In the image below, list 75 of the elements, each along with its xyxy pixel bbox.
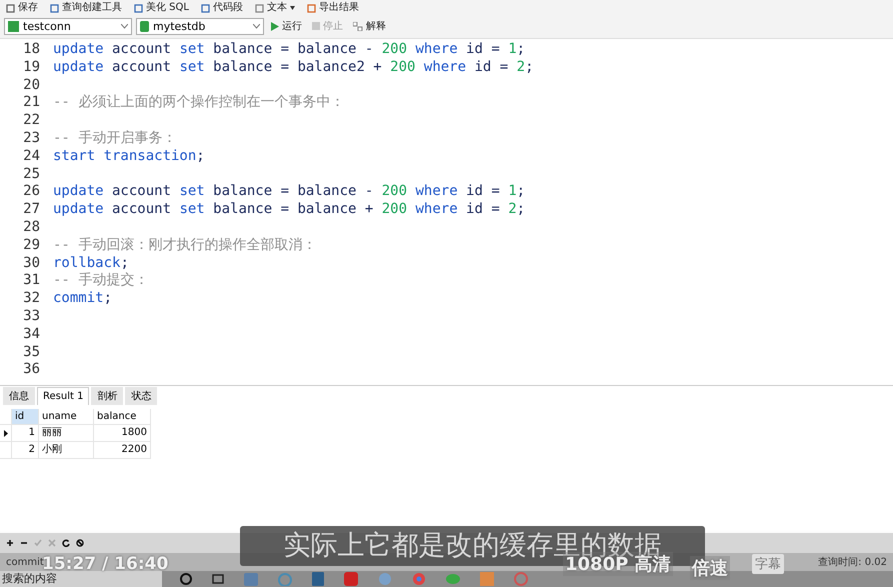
circle-icon[interactable] [180, 573, 192, 585]
result-tab[interactable]: Result 1 [37, 387, 90, 405]
toolbar-button[interactable]: 文本 [266, 2, 287, 14]
line-number: 32 [22, 290, 41, 308]
task-view-icon[interactable] [212, 573, 224, 585]
toolbar-button[interactable]: 美化 SQL [146, 2, 189, 14]
line-number: 19 [22, 58, 41, 77]
line-number: 20 [22, 76, 41, 94]
explain-icon [353, 22, 363, 30]
code-line: update account set balance = balance - 200 where id = 1; [53, 183, 526, 202]
line-number: 31 [22, 272, 41, 290]
run-button[interactable]: 运行 [268, 19, 305, 33]
toolbar-button[interactable]: 保存 [18, 2, 38, 14]
stop-icon[interactable] [76, 539, 84, 547]
code-line: -- 手动提交： [53, 272, 148, 290]
status-query: commit [6, 556, 44, 568]
result-tab[interactable]: 剖析 [91, 387, 124, 405]
chat-icon[interactable] [446, 573, 460, 585]
result-tab[interactable]: 信息 [3, 387, 35, 405]
toolbar-button[interactable]: 导出结果 [318, 2, 359, 14]
app-icon[interactable] [244, 572, 258, 586]
code-line: commit; [53, 290, 112, 308]
line-number: 26 [22, 183, 41, 202]
result-tab[interactable]: 状态 [125, 387, 158, 405]
app-icon[interactable] [344, 572, 358, 586]
connection-icon [8, 20, 19, 32]
square-icon [312, 22, 320, 30]
line-number: 24 [22, 148, 41, 166]
app-icon[interactable] [514, 572, 528, 586]
app-icon[interactable] [480, 572, 494, 586]
code-line: update account set balance = balance2 + 200 where id = 2; [53, 58, 534, 77]
connection-select[interactable]: testconn [4, 18, 132, 34]
line-number: 36 [22, 361, 41, 380]
code-line: start transaction; [53, 148, 205, 166]
line-number: 21 [22, 94, 41, 112]
line-number: 25 [22, 166, 41, 184]
line-number: 22 [22, 112, 41, 130]
line-number: 33 [22, 308, 41, 326]
refresh-icon[interactable] [62, 539, 70, 547]
table-cell: 1800 [94, 425, 151, 442]
code-line: -- 手动回滚：刚才执行的操作全部取消： [53, 236, 316, 255]
app-icon[interactable] [278, 572, 292, 586]
code-line: update account set balance = balance - 200 where id = 1; [53, 41, 526, 59]
database-select[interactable]: mytestdb [136, 18, 264, 34]
chevron-icon [253, 24, 260, 28]
line-number: 23 [22, 130, 41, 148]
browser-icon[interactable] [412, 572, 426, 586]
plus-icon[interactable] [6, 539, 14, 547]
taskbar-search-field[interactable]: 搜索的内容 [0, 571, 162, 587]
video-time: 15:27 / 16:40 [42, 554, 168, 574]
row-pointer-icon [4, 430, 8, 436]
code-line: -- 必须让上面的两个操作控制在一个事务中： [53, 94, 344, 112]
line-number: 27 [22, 201, 41, 219]
chevron-icon [121, 24, 128, 28]
column-header: uname [39, 409, 94, 425]
column-header: balance [94, 409, 151, 425]
calculator-icon[interactable] [312, 572, 324, 586]
line-number: 34 [22, 326, 41, 344]
line-number: 28 [22, 218, 41, 237]
minus-icon[interactable] [20, 539, 28, 547]
code-line: -- 手动开启事务： [53, 130, 176, 148]
explain-button[interactable]: 解释 [350, 19, 389, 33]
line-number: 35 [22, 344, 41, 362]
toolbar-button[interactable]: 代码段 [212, 2, 243, 14]
table-cell: 1 [12, 425, 39, 442]
table-cell: 丽丽 [39, 425, 94, 442]
line-number: 18 [22, 41, 41, 59]
line-number: 29 [22, 236, 41, 255]
play-icon [271, 22, 279, 30]
code-line: update account set balance = balance + 200 where id = 2; [53, 201, 526, 219]
toolbar-button[interactable]: 查询创建工具 [62, 2, 122, 14]
query-time: 查询时间: 0.02 [818, 556, 887, 569]
column-header: id [12, 409, 39, 425]
line-number: 30 [22, 254, 41, 272]
code-line: rollback; [53, 254, 129, 272]
